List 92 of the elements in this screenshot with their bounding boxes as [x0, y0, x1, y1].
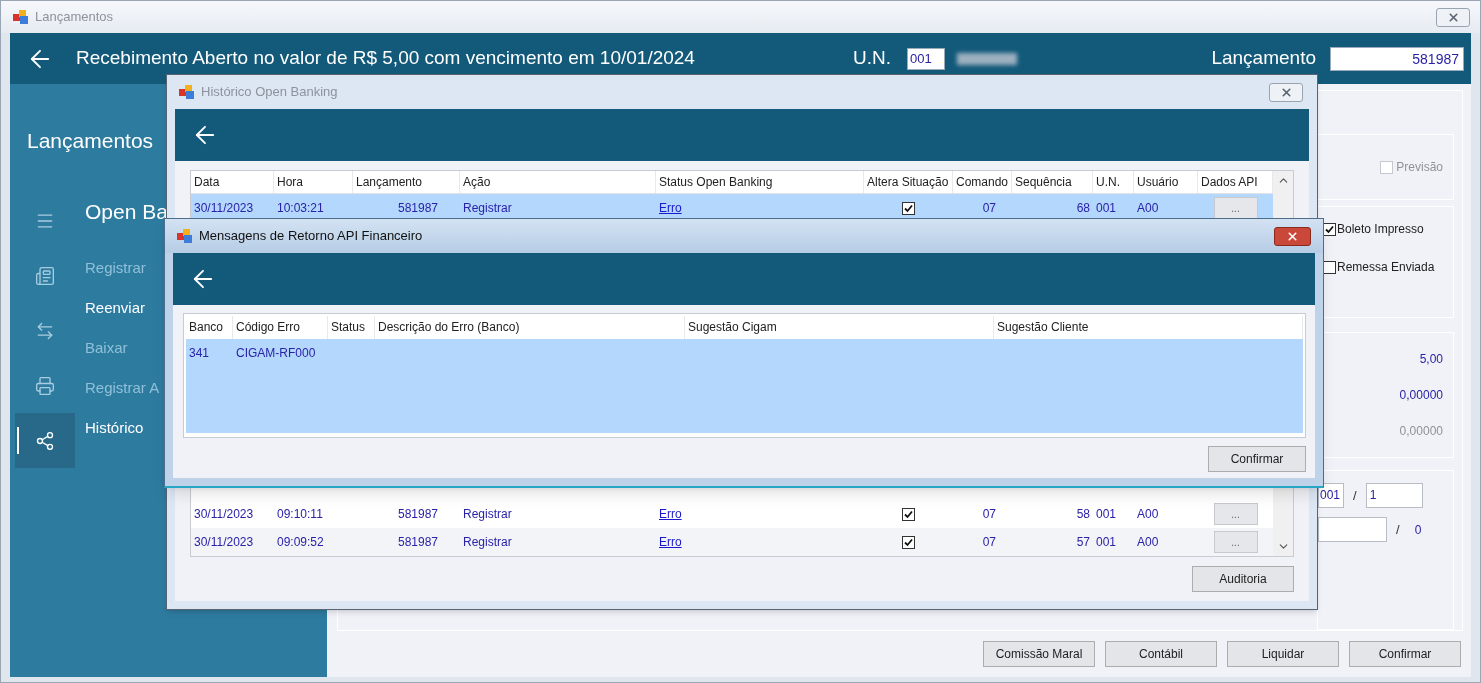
- column-header[interactable]: Data: [191, 171, 274, 193]
- table-cell-text: 10:03:21: [276, 200, 325, 217]
- table-row[interactable]: 341 CIGAM-RF000: [186, 339, 1303, 433]
- table-cell-text: 07: [981, 200, 997, 217]
- table-cell-text: 68: [1075, 200, 1091, 217]
- audit-button[interactable]: Auditoria: [1192, 566, 1294, 592]
- table-cell-text: Registrar: [462, 200, 513, 217]
- details-button[interactable]: ...: [1213, 503, 1258, 525]
- header-title: Recebimento Aberto no valor de R$ 5,00 com vencimento em 10/01/2024: [76, 46, 695, 71]
- table-cell-text: 09:09:52: [276, 534, 325, 551]
- table-cell-text: A00: [1136, 534, 1160, 551]
- swap-arrows-icon: [35, 320, 55, 341]
- separator-text: /: [1353, 486, 1357, 505]
- table-row[interactable]: 30/11/2023 09:09:52 581987 Registrar Erro 07 57 001 A00 ...: [191, 528, 1273, 556]
- checkbox-label: Remessa Enviada: [1337, 259, 1435, 276]
- table-cell-text: 001: [1095, 506, 1118, 523]
- app-icon: [13, 10, 29, 24]
- sidebar-icon-tab[interactable]: [15, 413, 75, 468]
- app-icon: [179, 85, 195, 99]
- close-button[interactable]: [1274, 226, 1311, 246]
- details-button[interactable]: ...: [1213, 197, 1258, 219]
- column-header[interactable]: Altera Situação: [864, 171, 953, 193]
- table-cell-text: 30/11/2023: [193, 534, 255, 551]
- table-cell-text: 07: [981, 506, 997, 523]
- table-cell-text: A00: [1136, 506, 1160, 523]
- lancamento-field[interactable]: 581987: [1330, 46, 1464, 71]
- table-cell-text: 57: [1075, 534, 1091, 551]
- sidebar-item[interactable]: Histórico: [85, 408, 168, 448]
- printer-icon: [35, 375, 55, 396]
- column-header[interactable]: U.N.: [1093, 171, 1134, 193]
- close-button[interactable]: [1269, 82, 1303, 102]
- table-cell-text: 581987: [396, 200, 439, 217]
- table-cell-text: CIGAM-RF000: [235, 345, 317, 362]
- document-icon: [35, 265, 55, 286]
- column-header[interactable]: Sequência: [1012, 171, 1093, 193]
- count-text: 0: [1414, 521, 1422, 539]
- table-cell-text: 581987: [396, 534, 439, 551]
- details-button[interactable]: ...: [1213, 531, 1258, 553]
- sidebar-heading[interactable]: Open Ba: [85, 192, 168, 232]
- table-cell-text: 09:10:11: [276, 506, 324, 523]
- value-text: 5,00: [1419, 351, 1443, 368]
- table-cell-text: 30/11/2023: [193, 506, 255, 523]
- table-cell-text: 001: [1095, 534, 1118, 551]
- column-header[interactable]: Lançamento: [353, 171, 460, 193]
- column-header[interactable]: Hora: [274, 171, 353, 193]
- checkbox[interactable]: [902, 201, 915, 215]
- confirm-button[interactable]: Confirmar: [1208, 446, 1306, 472]
- table-cell-text: 341: [188, 345, 211, 362]
- status-link[interactable]: Erro: [659, 505, 682, 523]
- separator-text: /: [1396, 520, 1400, 539]
- table-cell-text: 30/11/2023: [193, 200, 255, 217]
- close-button[interactable]: [1436, 7, 1470, 27]
- parcel-field[interactable]: 001: [1318, 483, 1344, 508]
- close-icon: [1279, 85, 1293, 99]
- table-cell-text: 58: [1075, 506, 1091, 523]
- status-link[interactable]: Erro: [659, 533, 682, 551]
- table-cell-text: 001: [1095, 200, 1118, 217]
- column-header[interactable]: Usuário: [1134, 171, 1198, 193]
- value-text: 0,00000: [1399, 423, 1443, 440]
- action-button[interactable]: Liquidar: [1227, 641, 1339, 667]
- dialog-title: Histórico Open Banking: [201, 83, 338, 102]
- checkbox[interactable]: [902, 507, 915, 521]
- app-icon: [177, 229, 193, 243]
- blurred-mark: [956, 52, 1017, 65]
- checkbox-label: Boleto Impresso: [1337, 221, 1424, 238]
- close-icon: [1286, 229, 1299, 243]
- un-field[interactable]: 001: [906, 47, 945, 70]
- status-link[interactable]: Erro: [659, 199, 682, 217]
- dialog-title: Mensagens de Retorno API Financeiro: [199, 227, 423, 246]
- checkbox[interactable]: [902, 535, 915, 549]
- close-icon: [1446, 10, 1460, 24]
- un-label: U.N.: [852, 46, 891, 71]
- value-text: 0,00000: [1399, 387, 1443, 404]
- parcel-field[interactable]: 1: [1365, 483, 1423, 508]
- table-cell-text: 581987: [396, 506, 439, 523]
- column-header[interactable]: Ação: [460, 171, 656, 193]
- action-button[interactable]: Confirmar: [1349, 641, 1461, 667]
- lancamento-label: Lançamento: [1211, 46, 1316, 71]
- sidebar-title: Lançamentos: [27, 128, 154, 154]
- action-button[interactable]: Comissão Maral: [983, 641, 1095, 667]
- sidebar-item[interactable]: Reenviar: [85, 288, 168, 328]
- window-title: Lançamentos: [35, 8, 114, 27]
- column-header[interactable]: Comando: [953, 171, 1012, 193]
- total-field[interactable]: [1318, 517, 1387, 542]
- checkbox-label: Previsão: [1396, 159, 1443, 176]
- nodes-icon: [35, 430, 55, 451]
- table-cell-text: Registrar: [462, 534, 513, 551]
- table-cell-text: 07: [981, 534, 997, 551]
- action-button[interactable]: Contábil: [1105, 641, 1217, 667]
- table-cell-text: A00: [1136, 200, 1160, 217]
- table-cell-text: Registrar: [462, 506, 513, 523]
- column-header[interactable]: Status Open Banking: [656, 171, 864, 193]
